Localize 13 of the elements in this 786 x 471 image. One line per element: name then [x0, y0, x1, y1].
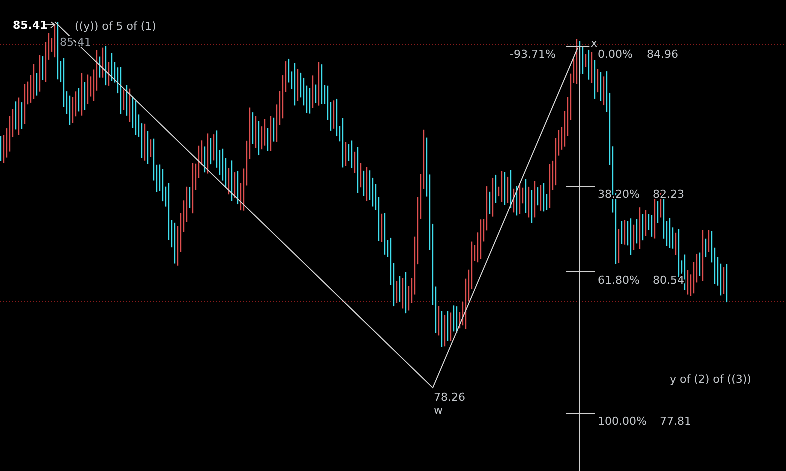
fib-price-label: 84.96 — [647, 48, 678, 61]
fib-price-label: 77.81 — [660, 415, 692, 428]
wave-label: y of (2) of ((3)) — [670, 373, 752, 386]
price-label: 78.26 — [434, 391, 466, 404]
fib-price-label: 80.54 — [653, 274, 684, 287]
retracement-label: -93.71% — [510, 48, 556, 61]
fib-percent-label: 61.80% — [598, 274, 640, 287]
wave-label: x — [591, 37, 598, 50]
fib-percent-label: 0.00% — [598, 48, 633, 61]
wave-label: ((y)) of 5 of (1) — [75, 20, 156, 33]
fib-percent-label: 100.00% — [598, 415, 647, 428]
wave-label: w — [434, 404, 443, 417]
price-label: 85.41 — [13, 19, 48, 32]
